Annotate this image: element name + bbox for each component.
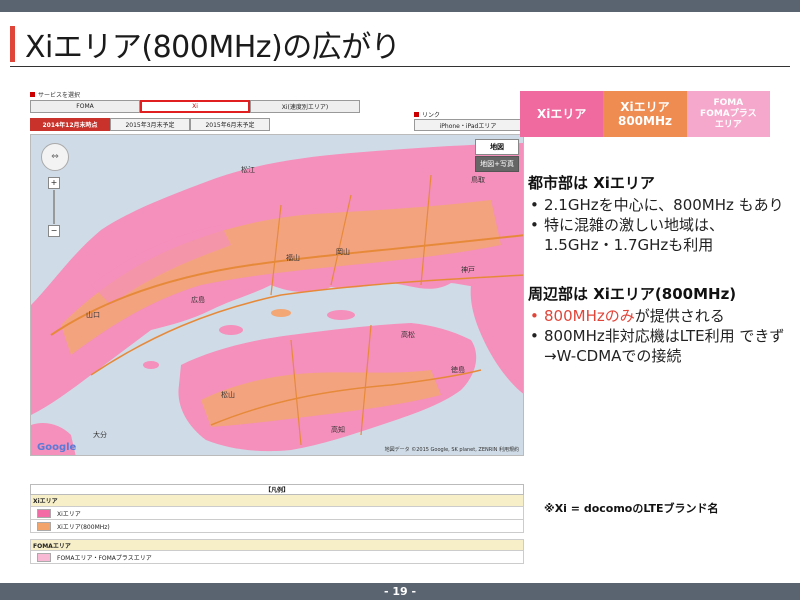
- title-underline: [10, 66, 790, 67]
- tab-date-2015-06[interactable]: 2015年6月末予定: [190, 118, 270, 131]
- red-square-icon: [30, 92, 35, 97]
- bullet-text: 特に混雑の激しい地域は、 1.5GHz・1.7GHzも利用: [544, 216, 725, 254]
- area-tab-foma-line1: FOMA: [713, 97, 744, 108]
- bullet-item: • 800MHz非対応機はLTE利用 できず: [528, 326, 790, 346]
- bullet-text: が提供される: [634, 307, 725, 325]
- legend-label: Xiエリア: [57, 510, 81, 518]
- area-tab-xi800-line1: Xiエリア: [620, 100, 670, 114]
- legend-swatch: [37, 521, 51, 531]
- footnote: ※Xi = docomoのLTEブランド名: [544, 502, 719, 515]
- place-label: 山口: [86, 311, 100, 319]
- place-label: 岡山: [336, 248, 350, 256]
- area-tab-xi800-line2: 800MHz: [617, 114, 672, 128]
- title-accent-bar: [10, 26, 15, 62]
- map-type-satellite-button[interactable]: 地図+写真: [475, 156, 519, 172]
- pan-control-icon[interactable]: ⇔: [41, 143, 69, 171]
- legend-row: Xiエリア: [30, 507, 524, 520]
- legend-label: FOMAエリア・FOMAプラスエリア: [57, 554, 152, 562]
- top-bar: [0, 0, 800, 12]
- red-square-icon: [414, 112, 419, 117]
- bullet-item: • 特に混雑の激しい地域は、 1.5GHz・1.7GHzも利用: [528, 215, 790, 255]
- bullet-text: 800MHz非対応機はLTE利用 できず: [544, 327, 785, 345]
- place-label: 鳥取: [471, 176, 485, 184]
- tab-xi-speed[interactable]: Xi(速度別エリア): [250, 100, 360, 113]
- bullet-dot: •: [530, 327, 539, 345]
- area-tab-xi: Xiエリア: [520, 91, 604, 137]
- area-tab-xi-label: Xiエリア: [536, 107, 587, 121]
- place-label: 徳島: [451, 366, 465, 374]
- page-number: - 19 -: [0, 583, 800, 600]
- slide-title-block: Xiエリア(800MHz)の広がり: [10, 22, 401, 66]
- place-label: 広島: [191, 296, 205, 304]
- explanation-bullets: 都市部は Xiエリア • 2.1GHzを中心に、800MHz もあり • 特に混…: [528, 172, 790, 366]
- area-tab-xi-800mhz: Xiエリア 800MHz: [603, 91, 687, 137]
- bullet-text: 2.1GHzを中心に、800MHz もあり: [544, 196, 784, 214]
- bullet-subline: →W-CDMAでの接続: [528, 346, 790, 366]
- area-tab-foma-line3: エリア: [714, 119, 742, 130]
- place-label: 福山: [286, 254, 300, 262]
- area-tab-foma-line2: FOMAプラス: [700, 108, 757, 119]
- bullet-dot: •: [530, 307, 539, 325]
- bullet-item: • 800MHzのみが提供される: [528, 306, 790, 326]
- zoom-slider[interactable]: [53, 190, 55, 224]
- tab-xi[interactable]: Xi: [140, 100, 250, 113]
- legend-section-foma: FOMAエリア: [30, 539, 524, 551]
- place-label: 神戸: [461, 266, 475, 274]
- tab-date-2015-03[interactable]: 2015年3月末予定: [110, 118, 190, 131]
- service-header: サービスを選択: [30, 90, 80, 99]
- bullet-highlight-text: 800MHzのみ: [544, 307, 635, 325]
- area-type-tabs: Xiエリア Xiエリア 800MHz FOMA FOMAプラス エリア: [520, 91, 770, 137]
- section1-heading: 都市部は Xiエリア: [528, 174, 655, 192]
- map-type-control: 地図 地図+写真: [475, 139, 519, 172]
- legend-section-xi: Xiエリア: [30, 495, 524, 507]
- legend-label: Xiエリア(800MHz): [57, 523, 110, 531]
- place-label: 松江: [241, 166, 255, 174]
- legend-swatch: [37, 508, 51, 518]
- zoom-control: + −: [48, 177, 60, 237]
- legend-title: 【凡例】: [30, 484, 524, 495]
- place-label: 高知: [331, 426, 345, 434]
- bullet-text: →W-CDMAでの接続: [544, 347, 682, 365]
- service-header-label: サービスを選択: [38, 92, 81, 99]
- coverage-map-graphic: [31, 135, 523, 455]
- place-label: 高松: [401, 331, 415, 339]
- link-header-label: リンク: [422, 112, 441, 119]
- section2-heading: 周辺部は Xiエリア(800MHz): [528, 285, 737, 303]
- tab-foma[interactable]: FOMA: [30, 100, 140, 113]
- map-legend: 【凡例】 Xiエリア Xiエリア Xiエリア(800MHz) FOMAエリア F…: [30, 484, 524, 570]
- zoom-in-button[interactable]: +: [48, 177, 60, 189]
- tab-date-2014-12[interactable]: 2014年12月末時点: [30, 118, 110, 131]
- legend-swatch: [37, 552, 51, 562]
- bullet-item: • 2.1GHzを中心に、800MHz もあり: [528, 195, 790, 215]
- coverage-map[interactable]: ⇔ + − 地図 地図+写真 Google 地図データ ©2015 Google…: [30, 134, 524, 456]
- bullet-dot: •: [530, 216, 539, 234]
- place-label: 大分: [93, 431, 107, 439]
- legend-row: Xiエリア(800MHz): [30, 520, 524, 533]
- iphone-area-link-button[interactable]: iPhone・iPadエリア: [414, 119, 522, 131]
- link-header: リンク: [414, 110, 440, 119]
- area-tab-foma: FOMA FOMAプラス エリア: [686, 91, 770, 137]
- google-logo: Google: [37, 442, 77, 453]
- area-map-panel: サービスを選択 FOMA Xi Xi(速度別エリア) 2014年12月末時点 2…: [30, 90, 524, 570]
- zoom-out-button[interactable]: −: [48, 225, 60, 237]
- service-tabs: FOMA Xi Xi(速度別エリア): [30, 100, 360, 113]
- bullet-dot: •: [530, 196, 539, 214]
- legend-row: FOMAエリア・FOMAプラスエリア: [30, 551, 524, 564]
- slide-title: Xiエリア(800MHz)の広がり: [25, 30, 401, 65]
- date-tabs: 2014年12月末時点 2015年3月末予定 2015年6月末予定: [30, 118, 270, 131]
- map-copyright: 地図データ ©2015 Google, SK planet, ZENRIN 利用…: [384, 447, 519, 453]
- place-label: 松山: [221, 391, 235, 399]
- map-type-map-button[interactable]: 地図: [475, 139, 519, 155]
